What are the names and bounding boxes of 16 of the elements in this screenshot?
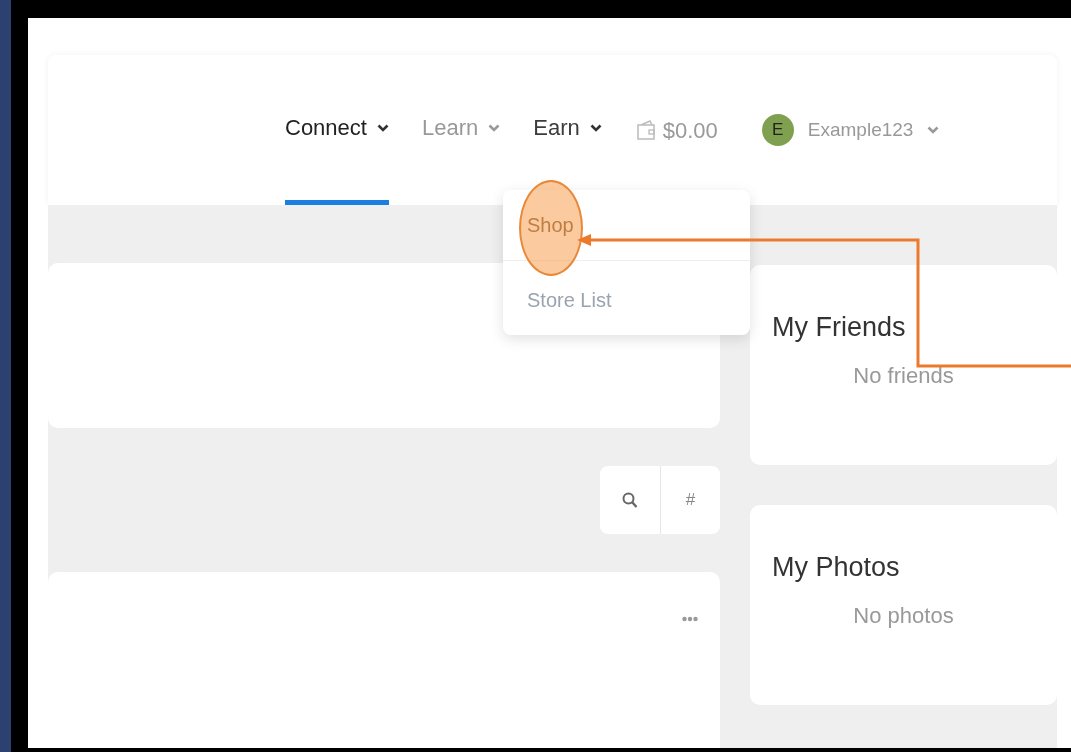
- empty-message: No friends: [852, 362, 955, 391]
- widget-title: My Friends: [772, 311, 907, 344]
- empty-message: No photos: [852, 602, 955, 631]
- caret-icon: [376, 123, 389, 132]
- caret-icon: [488, 123, 501, 132]
- avatar: E: [761, 114, 794, 146]
- wallet-balance: $0.00: [662, 116, 718, 145]
- widget-title: My Photos: [772, 551, 901, 584]
- search-icon: [622, 491, 638, 509]
- user-menu[interactable]: E Example123: [761, 55, 940, 205]
- nav-tab[interactable]: Learn: [421, 55, 501, 205]
- more-icon[interactable]: [682, 616, 698, 623]
- caret-icon: [927, 126, 940, 134]
- hashtag-button[interactable]: #: [660, 466, 720, 535]
- caret-icon: [589, 123, 602, 132]
- menu-item[interactable]: Store List: [503, 260, 750, 335]
